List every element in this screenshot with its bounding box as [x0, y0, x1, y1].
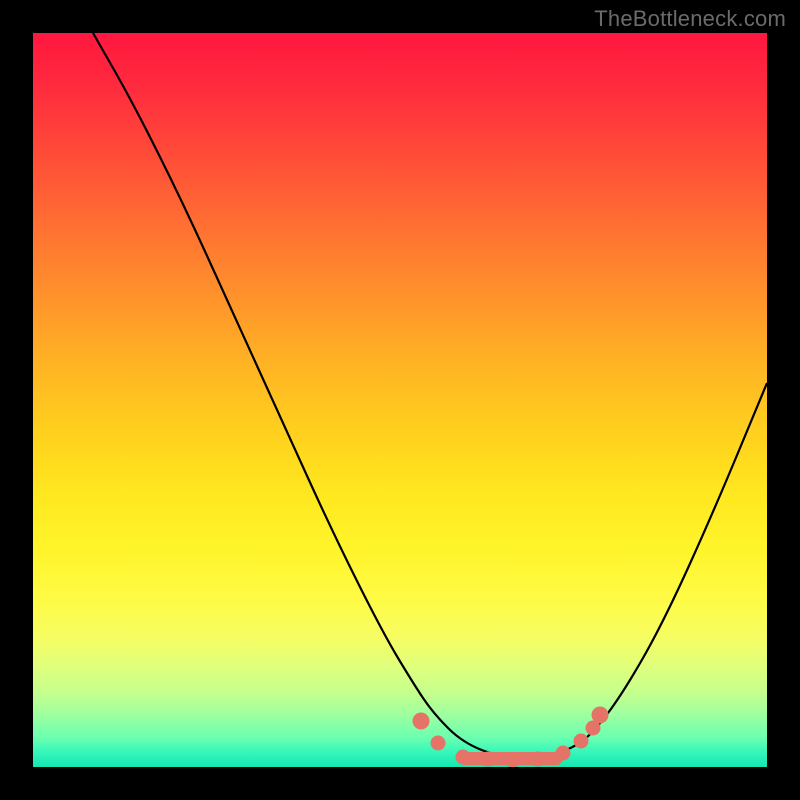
bottleneck-curve	[93, 33, 767, 758]
chart-svg	[33, 33, 767, 767]
chart-frame	[33, 33, 767, 767]
attribution-text: TheBottleneck.com	[594, 6, 786, 32]
highlight-dots	[413, 707, 609, 768]
